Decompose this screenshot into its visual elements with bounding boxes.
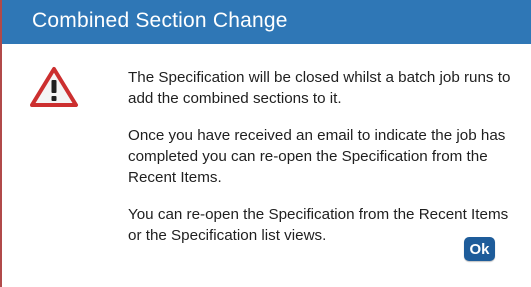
warning-triangle-icon [29, 66, 79, 108]
combined-section-change-dialog: Combined Section Change The Specificatio… [0, 0, 531, 287]
message-paragraph: Once you have received an email to indic… [128, 127, 506, 186]
message-paragraph: The Specification will be closed whilst … [128, 69, 511, 107]
dialog-title: Combined Section Change [32, 9, 288, 32]
message-paragraph: You can re-open the Specification from t… [128, 206, 509, 244]
dialog-titlebar: Combined Section Change [2, 0, 531, 44]
ok-button[interactable]: Ok [464, 237, 495, 261]
dialog-message: The Specification will be closed whilst … [128, 67, 520, 262]
